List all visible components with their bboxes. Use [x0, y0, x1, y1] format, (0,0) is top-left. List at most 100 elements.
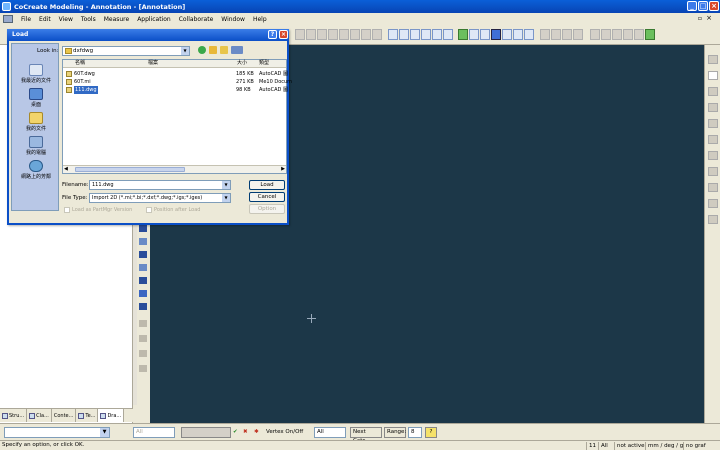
dimension-icon[interactable]: [551, 29, 561, 40]
document-icon[interactable]: [3, 15, 13, 23]
close-document-icon[interactable]: ×: [702, 14, 716, 22]
pan-icon[interactable]: [421, 29, 431, 40]
file-row[interactable]: 60T.mi 271 KB Me10 Docum: [63, 78, 292, 86]
scroll-thumb[interactable]: [75, 167, 185, 172]
tool-icon[interactable]: [708, 135, 718, 144]
menu-help[interactable]: Help: [249, 16, 271, 23]
tool-icon[interactable]: [372, 29, 382, 40]
tool-icon[interactable]: [708, 215, 718, 224]
chevron-down-icon[interactable]: ▼: [100, 428, 109, 437]
chevron-down-icon[interactable]: ▼: [222, 181, 230, 189]
file-list[interactable]: 名稱 檔案 大小 類型 60T.dwg 185 KB AutoCAD 圖 60T…: [62, 59, 292, 174]
option-button[interactable]: Option: [249, 204, 285, 214]
tool-icon[interactable]: [350, 29, 360, 40]
menu-view[interactable]: View: [55, 16, 77, 23]
dimension-icon[interactable]: [562, 29, 572, 40]
place-recent[interactable]: 我最近的文件: [12, 64, 60, 84]
file-row-selected[interactable]: 111.dwg 98 KB AutoCAD 圖: [63, 86, 288, 94]
zoom-prev-icon[interactable]: [410, 29, 420, 40]
tool-icon[interactable]: [708, 119, 718, 128]
check-icon[interactable]: ✔: [233, 429, 238, 435]
view-menu-icon[interactable]: [231, 46, 243, 54]
dimension-icon[interactable]: [573, 29, 583, 40]
grid-icon[interactable]: [458, 29, 468, 40]
tool-icon[interactable]: [708, 167, 718, 176]
place-network[interactable]: 網路上的芳鄰: [12, 160, 60, 180]
tool-icon[interactable]: [708, 87, 718, 96]
scroll-left-icon[interactable]: ◀: [64, 166, 68, 172]
place-documents[interactable]: 我的文件: [12, 112, 60, 132]
menu-window[interactable]: Window: [217, 16, 249, 23]
menu-tools[interactable]: Tools: [77, 16, 100, 23]
layer-icon[interactable]: [469, 29, 479, 40]
tool-icon[interactable]: [139, 238, 147, 245]
new-folder-icon[interactable]: [220, 46, 228, 54]
dimension-icon[interactable]: [540, 29, 550, 40]
tool-icon[interactable]: [502, 29, 512, 40]
back-icon[interactable]: [198, 46, 206, 54]
tool-icon[interactable]: [491, 29, 501, 40]
tool-icon[interactable]: [708, 151, 718, 160]
up-folder-icon[interactable]: [209, 46, 217, 54]
load-partmgr-checkbox[interactable]: Load as PartMgr Version: [64, 207, 132, 213]
tool-icon[interactable]: [139, 290, 147, 297]
horizontal-scrollbar[interactable]: ◀ ▶: [63, 165, 286, 173]
tab-drawing[interactable]: Dra...: [98, 409, 125, 422]
tab-text[interactable]: Te...: [76, 409, 99, 422]
zoom-fit-icon[interactable]: [399, 29, 409, 40]
file-row[interactable]: 60T.dwg 185 KB AutoCAD 圖: [63, 70, 288, 78]
filter-select-right[interactable]: All: [314, 427, 346, 438]
menu-edit[interactable]: Edit: [35, 16, 55, 23]
tool-icon[interactable]: [306, 29, 316, 40]
position-after-load-checkbox[interactable]: Position after Load: [146, 207, 200, 213]
column-size[interactable]: 大小: [237, 60, 247, 67]
range-input[interactable]: 8: [408, 427, 422, 438]
checkbox-icon[interactable]: [64, 207, 70, 213]
tool-icon[interactable]: [590, 29, 600, 40]
gear-icon[interactable]: ✱: [254, 429, 259, 435]
tool-icon[interactable]: [708, 71, 718, 80]
zoom-window-icon[interactable]: [388, 29, 398, 40]
next-catch-button[interactable]: Next Catc: [350, 427, 382, 444]
tool-icon[interactable]: [139, 350, 147, 357]
place-desktop[interactable]: 桌面: [12, 88, 60, 108]
tool-icon[interactable]: [139, 335, 147, 342]
filename-input[interactable]: 111.dwg ▼: [89, 180, 231, 190]
menu-measure[interactable]: Measure: [100, 16, 134, 23]
maximize-button[interactable]: □: [698, 1, 708, 11]
tool-icon[interactable]: [524, 29, 534, 40]
minimize-button[interactable]: _: [687, 1, 697, 11]
filetype-select[interactable]: Import 2D (*.mi;*.bi;*.dxf;*.dwg;*.igs;*…: [89, 193, 231, 203]
tab-content[interactable]: Conte...: [52, 409, 77, 422]
filter-select-left[interactable]: All: [133, 427, 175, 438]
tool-icon[interactable]: [708, 183, 718, 192]
chevron-down-icon[interactable]: ▼: [181, 47, 189, 55]
tool-icon[interactable]: [708, 55, 718, 64]
tool-icon[interactable]: [612, 29, 622, 40]
tool-icon[interactable]: [339, 29, 349, 40]
tool-icon[interactable]: [295, 29, 305, 40]
place-computer[interactable]: 我的電腦: [12, 136, 60, 156]
tool-icon[interactable]: [708, 199, 718, 208]
dialog-close-button[interactable]: ×: [279, 30, 288, 39]
arrow-icon[interactable]: [139, 303, 147, 310]
close-button[interactable]: ×: [709, 1, 719, 11]
command-input[interactable]: ▼: [4, 427, 110, 438]
view-icon[interactable]: [443, 29, 453, 40]
column-name[interactable]: 名稱: [75, 60, 85, 67]
arrow-icon[interactable]: [139, 251, 147, 258]
checkbox-icon[interactable]: [146, 207, 152, 213]
module-icon[interactable]: [645, 29, 655, 40]
redraw-icon[interactable]: [432, 29, 442, 40]
scroll-right-icon[interactable]: ▶: [281, 166, 285, 172]
look-in-select[interactable]: dxfdwg ▼: [62, 46, 190, 56]
vertex-toggle-label[interactable]: Vertex On/Off: [266, 429, 303, 435]
cancel-icon[interactable]: ✖: [243, 429, 248, 435]
tool-icon[interactable]: [317, 29, 327, 40]
chevron-down-icon[interactable]: ▼: [222, 194, 230, 202]
tool-icon[interactable]: [708, 103, 718, 112]
load-button[interactable]: Load: [249, 180, 285, 190]
tool-icon[interactable]: [634, 29, 644, 40]
cancel-button[interactable]: Cancel: [249, 192, 285, 202]
tool-icon[interactable]: [513, 29, 523, 40]
